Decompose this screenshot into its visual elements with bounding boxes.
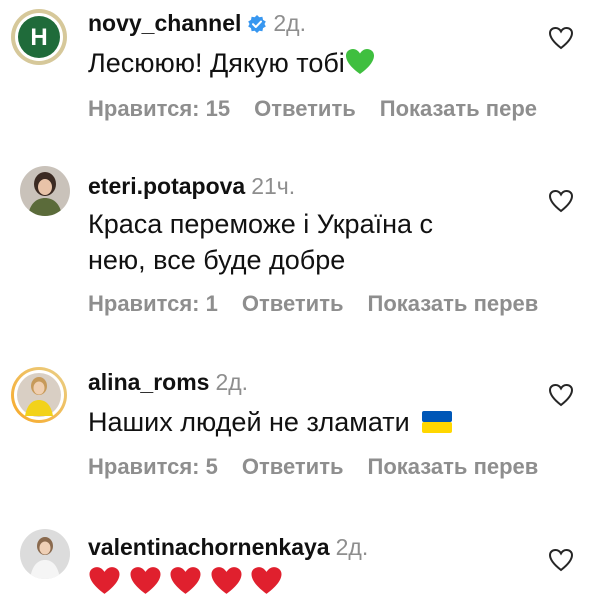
likes-count-button[interactable]: Нравится: 1: [88, 291, 218, 316]
heart-outline-icon[interactable]: [548, 548, 574, 572]
comment-text-content: Лесююю! Дякую тобі: [88, 48, 345, 78]
username[interactable]: valentinachornenkaya: [88, 534, 330, 560]
reply-button[interactable]: Ответить: [242, 291, 344, 316]
heart-outline-icon[interactable]: [548, 26, 574, 50]
likes-count-button[interactable]: Нравится: 15: [88, 96, 230, 121]
comment-header: valentinachornenkaya 2д.: [88, 534, 368, 561]
red-heart-icon: [251, 567, 282, 594]
translate-button[interactable]: Показать пере: [380, 96, 537, 121]
avatar[interactable]: [10, 366, 68, 424]
username[interactable]: eteri.potapova: [88, 173, 245, 199]
reply-button[interactable]: Ответить: [242, 454, 344, 479]
comment-actions: Нравится: 5 Ответить Показать перев: [88, 454, 562, 480]
translate-button[interactable]: Показать перев: [368, 454, 539, 479]
comment-time: 2д.: [215, 369, 249, 395]
reply-button[interactable]: Ответить: [254, 96, 356, 121]
comment-text: Лесююю! Дякую тобі: [88, 45, 375, 81]
heart-outline-icon[interactable]: [548, 383, 574, 407]
avatar[interactable]: Н: [10, 8, 68, 66]
heart-outline-icon[interactable]: [548, 189, 574, 213]
comment-text: Наших людей не зламати: [88, 404, 452, 440]
comment-actions: Нравится: 15 Ответить Показать пере: [88, 96, 561, 122]
username[interactable]: alina_roms: [88, 369, 209, 395]
svg-text:Н: Н: [30, 24, 47, 51]
comment-header: alina_roms 2д.: [88, 369, 248, 396]
comment-text-content: Наших людей не зламати: [88, 407, 410, 437]
comment-text: [88, 565, 283, 601]
comment-header: novy_channel 2д.: [88, 10, 306, 37]
comment-header: eteri.potapova 21ч.: [88, 173, 295, 200]
verified-badge-icon: [248, 15, 267, 33]
translate-button[interactable]: Показать перев: [368, 291, 539, 316]
red-heart-icon: [89, 567, 120, 594]
likes-count-button[interactable]: Нравится: 5: [88, 454, 218, 479]
comment-time: 21ч.: [251, 173, 296, 199]
red-heart-icon: [130, 567, 161, 594]
comment-time: 2д.: [273, 10, 306, 36]
comment-text-line-2: нею, все буде добре: [88, 245, 346, 275]
comment-text-line-1: Краса переможе і Україна с: [88, 209, 434, 239]
avatar[interactable]: [20, 529, 70, 579]
ukraine-flag-icon: [421, 411, 452, 433]
green-heart-icon: [345, 49, 374, 74]
comment-time: 2д.: [335, 534, 369, 560]
red-heart-icon: [211, 567, 242, 594]
username[interactable]: novy_channel: [88, 10, 241, 36]
avatar[interactable]: [20, 166, 70, 216]
comment-actions: Нравится: 1 Ответить Показать перев: [88, 291, 562, 317]
red-heart-icon: [170, 567, 201, 594]
